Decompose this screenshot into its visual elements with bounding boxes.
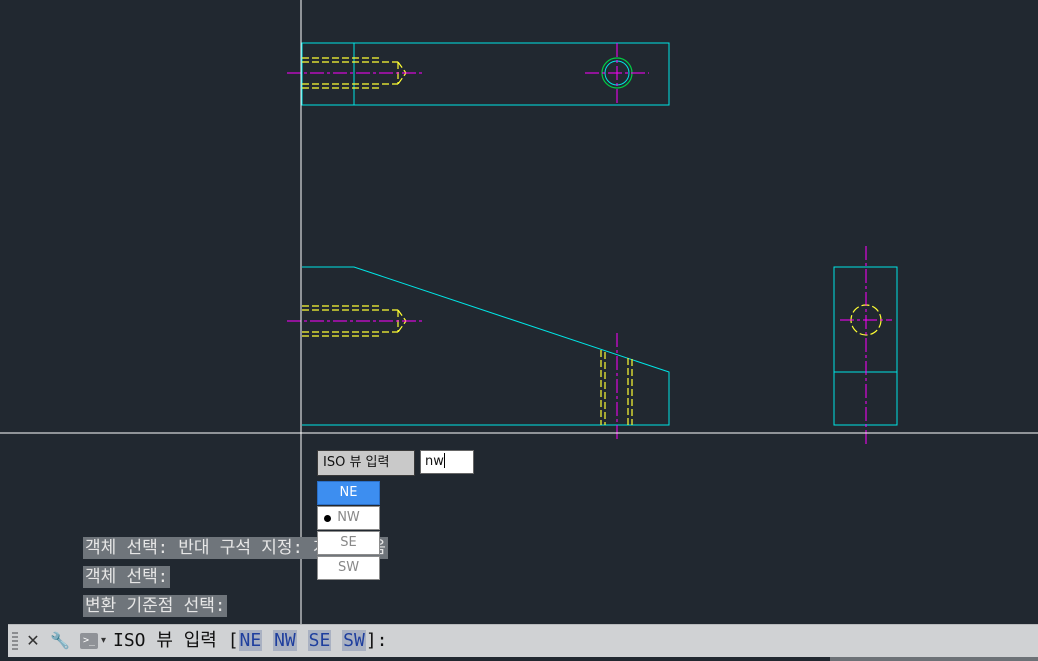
side-view: [833, 246, 898, 446]
option-nw[interactable]: NW: [317, 506, 380, 530]
keyword-nw[interactable]: NW: [273, 630, 297, 651]
drawing-canvas[interactable]: [0, 0, 1038, 661]
command-prompt-icon[interactable]: >_ ▾: [80, 630, 112, 652]
keyword-sw[interactable]: SW: [342, 630, 366, 651]
option-se-label: SE: [340, 535, 357, 550]
drag-grip-icon[interactable]: [12, 632, 18, 650]
dynamic-input-field[interactable]: nw: [420, 450, 474, 474]
dynamic-input-value: nw: [425, 454, 444, 469]
history-line-2: 객체 선택:: [83, 566, 171, 588]
dynamic-input-label: ISO 뷰 입력: [317, 450, 415, 476]
current-bullet-icon: [324, 515, 331, 522]
option-sw[interactable]: SW: [317, 556, 380, 580]
command-line-bar[interactable]: ✕ 🔧 >_ ▾ ISO 뷰 입력 [NE NW SE SW]:: [8, 624, 1038, 657]
top-view: [287, 42, 670, 106]
front-view: [287, 266, 670, 441]
keyword-ne[interactable]: NE: [238, 630, 263, 651]
status-strip: [830, 657, 1038, 661]
option-ne-label: NE: [339, 485, 358, 500]
iso-view-options: NE NW SE SW: [317, 481, 380, 581]
option-nw-label: NW: [337, 510, 360, 525]
option-sw-label: SW: [337, 560, 360, 575]
text-caret: [443, 453, 445, 468]
prompt-suffix: ]:: [365, 630, 388, 651]
prompt-text: ISO 뷰 입력 [: [113, 630, 239, 651]
option-se[interactable]: SE: [317, 531, 380, 555]
command-prompt-text[interactable]: ISO 뷰 입력 [NE NW SE SW]:: [113, 628, 388, 654]
wrench-icon[interactable]: 🔧: [49, 630, 71, 652]
prompt-symbol-icon: >_: [80, 633, 98, 649]
keyword-se[interactable]: SE: [307, 630, 332, 651]
history-line-3: 변환 기준점 선택:: [83, 595, 228, 617]
option-ne[interactable]: NE: [317, 481, 380, 505]
crosshair-cursor: [0, 0, 1038, 624]
chevron-down-icon: ▾: [101, 635, 107, 646]
close-icon[interactable]: ✕: [22, 630, 44, 652]
